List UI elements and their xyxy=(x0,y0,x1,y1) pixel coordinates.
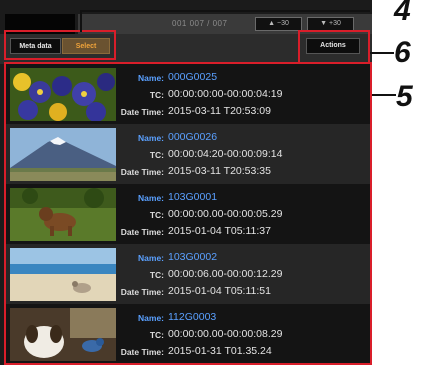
mode-button-group: Meta data Select xyxy=(4,30,116,60)
clip-thumbnail-mountain[interactable] xyxy=(10,128,116,181)
clip-timecode: 00:00:00.00-00:00:05.29 xyxy=(168,208,283,220)
clip-list-screen: 001 007 / 007 ▲ −30 ▼ +30 Meta data Sele… xyxy=(0,0,372,365)
meta-data-button[interactable]: Meta data xyxy=(10,38,61,54)
clip-date-time: 2015-01-04 T05:11:37 xyxy=(168,225,271,237)
clip-row[interactable]: Name: 103G0001 TC: 00:00:00.00-00:00:05.… xyxy=(6,184,370,244)
clip-row[interactable]: Name: 103G0002 TC: 00:00:06.00-00:00:12.… xyxy=(6,244,370,304)
clip-row[interactable]: Name: 112G0003 TC: 00:00:00.00-00:00:08.… xyxy=(6,304,370,363)
select-button[interactable]: Select xyxy=(62,38,110,54)
tc-label: TC: xyxy=(149,90,164,100)
tc-label: TC: xyxy=(149,270,164,280)
clip-thumbnail-dog-bird[interactable] xyxy=(10,308,116,361)
clip-row[interactable]: Name: 000G0026 TC: 00:00:04:20-00:00:09:… xyxy=(6,124,370,184)
clip-list: Name: 000G0025 TC: 00:00:00:00-00:00:04:… xyxy=(4,62,372,365)
clip-row[interactable]: Name: 000G0025 TC: 00:00:00:00-00:00:04:… xyxy=(6,64,370,124)
clip-name: 103G0002 xyxy=(168,251,218,263)
name-label: Name: xyxy=(138,253,164,263)
callout-number-5: 5 xyxy=(396,80,413,113)
callout-leader-4 xyxy=(80,10,370,12)
skip-back-button[interactable]: ▲ −30 xyxy=(255,17,302,31)
clip-date-time: 2015-01-04 T05:11:51 xyxy=(168,285,271,297)
clip-timecode: 00:00:00.00-00:00:08.29 xyxy=(168,328,283,340)
date-time-label: Date Time: xyxy=(120,347,164,357)
date-time-label: Date Time: xyxy=(120,227,164,237)
clip-name: 000G0026 xyxy=(168,131,218,143)
clip-name: 103G0001 xyxy=(168,191,218,203)
clip-timecode: 00:00:04:20-00:00:09:14 xyxy=(168,148,283,160)
clip-thumbnail-pansies[interactable] xyxy=(10,68,116,121)
date-time-label: Date Time: xyxy=(120,167,164,177)
clip-name: 000G0025 xyxy=(168,71,218,83)
actions-group: Actions xyxy=(298,30,370,64)
name-label: Name: xyxy=(138,313,164,323)
clip-date-time: 2015-03-11 T20:53:35 xyxy=(168,165,271,177)
tc-label: TC: xyxy=(149,330,164,340)
clip-date-time: 2015-03-11 T20:53:09 xyxy=(168,105,271,117)
name-label: Name: xyxy=(138,133,164,143)
name-label: Name: xyxy=(138,193,164,203)
callout-number-4: 4 xyxy=(394,0,411,27)
callout-leader-6 xyxy=(370,52,394,54)
clip-timecode: 00:00:00:00-00:00:04:19 xyxy=(168,88,283,100)
clip-thumbnail-dog-grass[interactable] xyxy=(10,188,116,241)
clip-name: 112G0003 xyxy=(168,311,217,323)
date-time-label: Date Time: xyxy=(120,287,164,297)
callout-leader-5 xyxy=(372,94,396,96)
callout-leader-4-drop xyxy=(80,10,82,32)
tc-label: TC: xyxy=(149,150,164,160)
tc-label: TC: xyxy=(149,210,164,220)
date-time-label: Date Time: xyxy=(120,107,164,117)
clip-timecode: 00:00:06.00-00:00:12.29 xyxy=(168,268,283,280)
skip-forward-button[interactable]: ▼ +30 xyxy=(307,17,354,31)
actions-button[interactable]: Actions xyxy=(306,38,360,54)
clip-counter: 001 007 / 007 xyxy=(172,19,228,28)
clip-thumbnail-beach[interactable] xyxy=(10,248,116,301)
clip-date-time: 2015-01-31 T01.35.24 xyxy=(168,345,272,357)
callout-number-6: 6 xyxy=(394,36,411,69)
name-label: Name: xyxy=(138,73,164,83)
